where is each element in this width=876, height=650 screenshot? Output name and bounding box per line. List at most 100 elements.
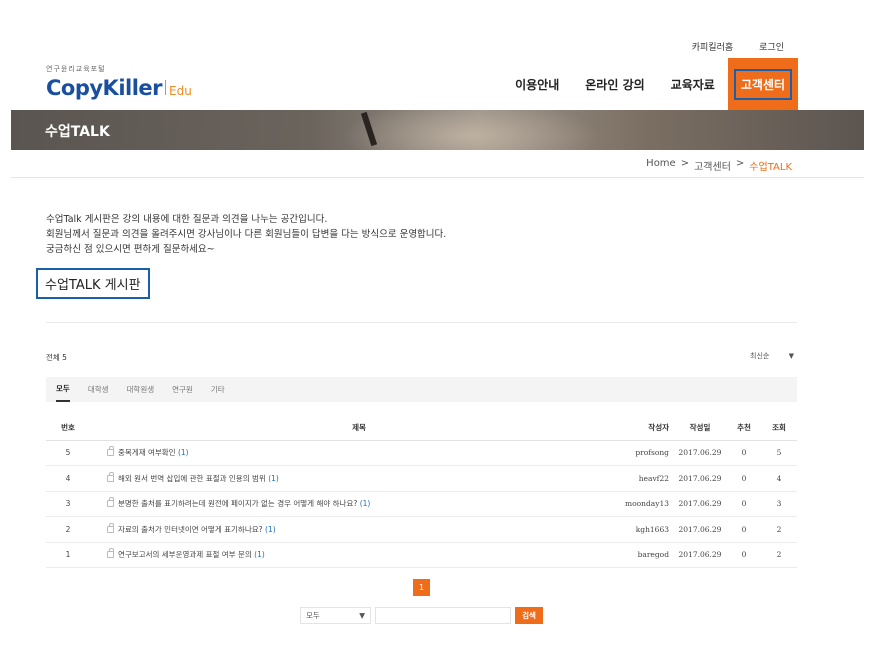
lock-icon [107, 497, 114, 508]
tab-other[interactable]: 기타 [211, 377, 225, 402]
post-recommend: 0 [727, 542, 761, 568]
board-intro: 수업Talk 게시판은 강의 내용에 대한 질문과 의견을 나누는 공간입니다.… [46, 212, 446, 257]
total-count: 전체 5 [46, 353, 67, 362]
comment-count: (1) [359, 499, 371, 509]
post-author: profsong [611, 440, 673, 466]
post-title-cell[interactable]: 해외 원서 번역 삽입에 관한 표절과 인용의 범위 (1) [90, 465, 611, 492]
logo-divider [165, 80, 167, 95]
comment-count: (1) [268, 473, 279, 483]
sort-selected: 최신순 [750, 352, 770, 360]
post-number: 2 [46, 516, 90, 543]
post-recommend: 0 [727, 465, 761, 492]
post-views: 3 [761, 491, 797, 517]
post-views: 2 [761, 516, 797, 543]
tab-researcher[interactable]: 연구원 [172, 377, 193, 402]
post-date: 2017.06.29 [673, 516, 727, 543]
tab-all[interactable]: 모두 [56, 377, 70, 402]
page-banner: 수업TALK [11, 110, 864, 150]
lock-icon [107, 548, 114, 559]
breadcrumb-separator: > [735, 158, 745, 169]
post-date: 2017.06.29 [673, 491, 727, 517]
post-number: 1 [46, 542, 90, 568]
breadcrumb-customer-center[interactable]: 고객센터 [694, 158, 731, 173]
table-header-row: 번호 제목 작성자 작성일 추천 조회 [46, 416, 797, 441]
post-recommend: 0 [727, 440, 761, 466]
post-views: 4 [761, 465, 797, 492]
post-author: kgh1663 [611, 516, 673, 543]
divider [46, 322, 797, 323]
login-link[interactable]: 로그인 [759, 40, 784, 53]
post-title-cell[interactable]: 중복게재 여부확인 (1) [90, 440, 611, 466]
sort-select[interactable]: 최신순 ▼ [744, 348, 796, 364]
lock-icon [107, 471, 114, 482]
search-button[interactable]: 검색 [515, 607, 543, 624]
table-row: 4 해외 원서 번역 삽입에 관한 표절과 인용의 범위 (1) heavf22… [46, 465, 797, 492]
logo[interactable]: 연구윤리교육포털 CopyKiller Edu [46, 64, 192, 100]
post-number: 3 [46, 491, 90, 517]
pagination-page-current[interactable]: 1 [413, 579, 430, 596]
post-title-cell[interactable]: 연구보고서의 세부운영과제 표절 여부 문의 (1) [90, 542, 611, 568]
post-number: 5 [46, 440, 90, 466]
post-title[interactable]: 자료의 출처가 인터넷이면 어떻게 표기하나요? [118, 525, 263, 534]
post-author: heavf22 [611, 465, 673, 492]
board-title: 수업TALK 게시판 [36, 268, 150, 299]
search-scope-selected: 모두 [306, 611, 320, 620]
nav-education-materials[interactable]: 교육자료 [658, 58, 728, 110]
col-views: 조회 [761, 416, 797, 441]
post-number: 4 [46, 465, 90, 492]
post-date: 2017.06.29 [673, 465, 727, 492]
search-input[interactable] [375, 607, 511, 624]
table-row: 3 분명한 출처를 표기하려는데 원전에 페이지가 없는 경우 어떻게 해야 하… [46, 491, 797, 517]
chevron-down-icon: ▼ [788, 352, 794, 360]
post-views: 2 [761, 542, 797, 568]
logo-edu: Edu [169, 84, 192, 98]
post-title[interactable]: 분명한 출처를 표기하려는데 원전에 페이지가 없는 경우 어떻게 해야 하나요… [118, 499, 357, 508]
post-title-cell[interactable]: 자료의 출처가 인터넷이면 어떻게 표기하나요? (1) [90, 516, 611, 543]
col-author: 작성자 [611, 416, 673, 441]
post-author: moonday13 [611, 491, 673, 517]
post-date: 2017.06.29 [673, 542, 727, 568]
search-scope-select[interactable]: 모두 ▼ [300, 607, 371, 624]
logo-subtitle: 연구윤리교육포털 [46, 65, 106, 73]
chevron-down-icon: ▼ [359, 611, 365, 620]
breadcrumb-separator: > [680, 158, 690, 169]
tab-graduate[interactable]: 대학원생 [127, 377, 155, 402]
page-title: 수업TALK [45, 124, 110, 140]
intro-line: 회원님께서 질문과 의견을 올려주시면 강사님이나 다른 회원님들이 답변을 다… [46, 229, 447, 240]
post-title[interactable]: 중복게재 여부확인 [118, 448, 176, 457]
post-date: 2017.06.29 [673, 440, 727, 466]
post-title[interactable]: 연구보고서의 세부운영과제 표절 여부 문의 [118, 550, 252, 559]
top-links: 카피킬러홈 로그인 [692, 40, 784, 53]
post-recommend: 0 [727, 516, 761, 543]
col-date: 작성일 [673, 416, 727, 441]
intro-line: 궁금하신 점 있으시면 편하게 질문하세요~ [46, 244, 215, 255]
comment-count: (1) [265, 524, 276, 534]
nav-customer-center-label: 고객센터 [733, 68, 792, 100]
post-author: baregod [611, 542, 673, 568]
table-row: 2 자료의 출처가 인터넷이면 어떻게 표기하나요? (1) kgh1663 2… [46, 516, 797, 543]
nav-online-lectures[interactable]: 온라인 강의 [572, 58, 657, 110]
breadcrumb-current: 수업TALK [749, 162, 792, 173]
post-title[interactable]: 해외 원서 번역 삽입에 관한 표절과 인용의 범위 [118, 474, 266, 483]
lock-icon [107, 522, 114, 533]
copykiller-home-link[interactable]: 카피킬러홈 [692, 40, 733, 53]
breadcrumb-home[interactable]: Home [646, 158, 676, 173]
intro-line: 수업Talk 게시판은 강의 내용에 대한 질문과 의견을 나누는 공간입니다. [46, 214, 328, 225]
post-recommend: 0 [727, 491, 761, 517]
breadcrumb: Home > 고객센터 > 수업TALK [646, 158, 792, 173]
nav-usage-guide[interactable]: 이용안내 [502, 58, 572, 110]
table-row: 5 중복게재 여부확인 (1) profsong 2017.06.29 0 5 [46, 440, 797, 466]
category-tabs: 모두 대학생 대학원생 연구원 기타 [46, 377, 797, 402]
logo-wordmark: CopyKiller [46, 76, 163, 100]
col-title: 제목 [90, 416, 611, 441]
post-title-cell[interactable]: 분명한 출처를 표기하려는데 원전에 페이지가 없는 경우 어떻게 해야 하나요… [90, 491, 611, 517]
post-views: 5 [761, 440, 797, 466]
comment-count: (1) [254, 550, 265, 560]
main-nav: 이용안내 온라인 강의 교육자료 고객센터 [502, 58, 798, 110]
table-row: 1 연구보고서의 세부운영과제 표절 여부 문의 (1) baregod 201… [46, 542, 797, 568]
lock-icon [107, 446, 114, 457]
nav-customer-center[interactable]: 고객센터 [727, 58, 798, 110]
tab-undergraduate[interactable]: 대학생 [88, 377, 109, 402]
divider [11, 177, 864, 178]
col-number: 번호 [46, 416, 90, 441]
